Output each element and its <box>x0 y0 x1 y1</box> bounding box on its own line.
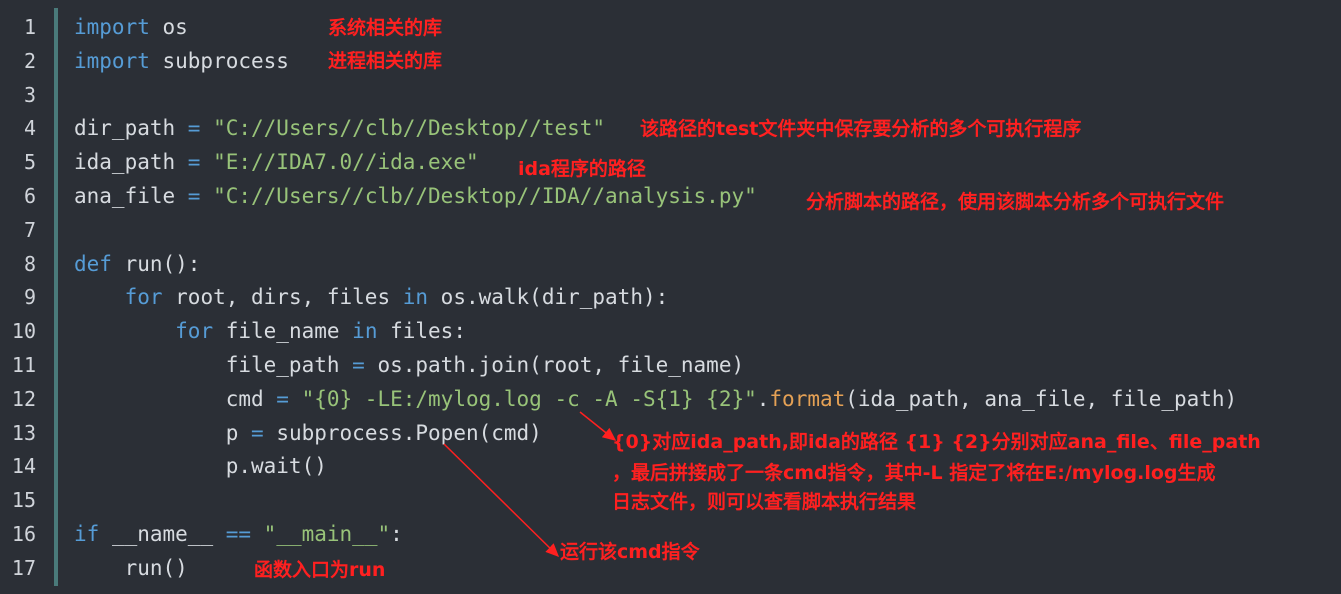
arrow-to-format-string <box>579 411 617 441</box>
code-editor[interactable]: 1 import os 2 import subprocess 3 4 dir_path =… <box>0 0 1341 594</box>
annotation-arrows <box>443 411 617 558</box>
arrow-to-popen <box>443 443 560 558</box>
